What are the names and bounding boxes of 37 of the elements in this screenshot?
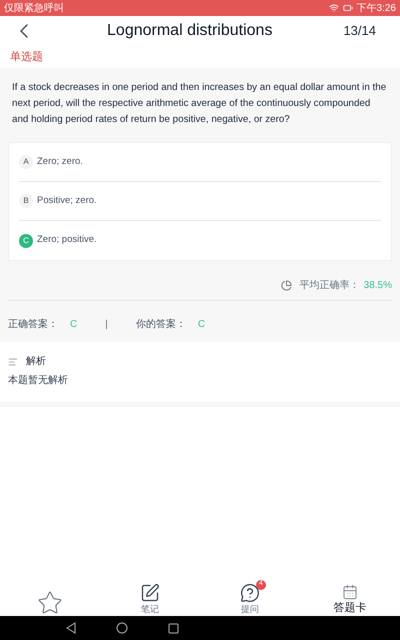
recents-icon: [168, 622, 179, 634]
wifi-icon: [328, 3, 339, 13]
option-text: Zero; positive.: [37, 233, 97, 248]
accuracy-label: 平均正确率：: [300, 278, 360, 293]
answer-option[interactable]: C Zero; positive.: [19, 221, 381, 260]
option-letter: A: [19, 155, 33, 169]
question-type-label: 单选题: [10, 50, 43, 65]
answer-option[interactable]: B Positive; zero.: [19, 182, 381, 221]
list-icon: [8, 356, 18, 366]
correct-answer-label: 正确答案：: [8, 318, 58, 332]
correct-answer-value: C: [70, 318, 78, 332]
option-text: Positive; zero.: [37, 194, 97, 208]
pie-chart-icon: [280, 280, 292, 291]
edit-icon: [140, 582, 160, 602]
answer-option[interactable]: A Zero; zero.: [19, 143, 381, 182]
carrier-text: 仅限紧急呼叫: [4, 2, 64, 16]
clock-text: 下午3:26: [356, 2, 396, 16]
progress-counter: 13/14: [343, 22, 377, 40]
page-title: Lognormal distributions: [107, 21, 272, 41]
option-text: Zero; zero.: [37, 154, 83, 169]
toolbar-button[interactable]: 答题卡: [320, 584, 380, 616]
analysis-text: 本题暂无解析: [8, 374, 69, 388]
back-icon: [66, 622, 76, 634]
battery-icon: [342, 3, 353, 13]
toolbar-button[interactable]: 笔记: [120, 582, 180, 616]
separator-text: |: [105, 318, 108, 332]
home-icon: [116, 622, 128, 634]
accuracy-value: 38.5%: [364, 279, 392, 293]
calendar-icon: [342, 584, 358, 600]
option-letter: C: [19, 234, 33, 248]
question-text: If a stock decreases in one period and then increases by an equal dollar amount in the next period, will the respective arithmetic average of the continuously compounded and holding period rates of return be positive, negative, or zero?: [11, 81, 388, 127]
analysis-title: 解析: [26, 354, 46, 369]
question-icon: [240, 582, 260, 602]
option-letter: B: [19, 194, 33, 208]
your-answer-value: C: [198, 318, 206, 332]
your-answer-label: 你的答案：: [136, 318, 186, 332]
star-icon: [37, 590, 63, 616]
